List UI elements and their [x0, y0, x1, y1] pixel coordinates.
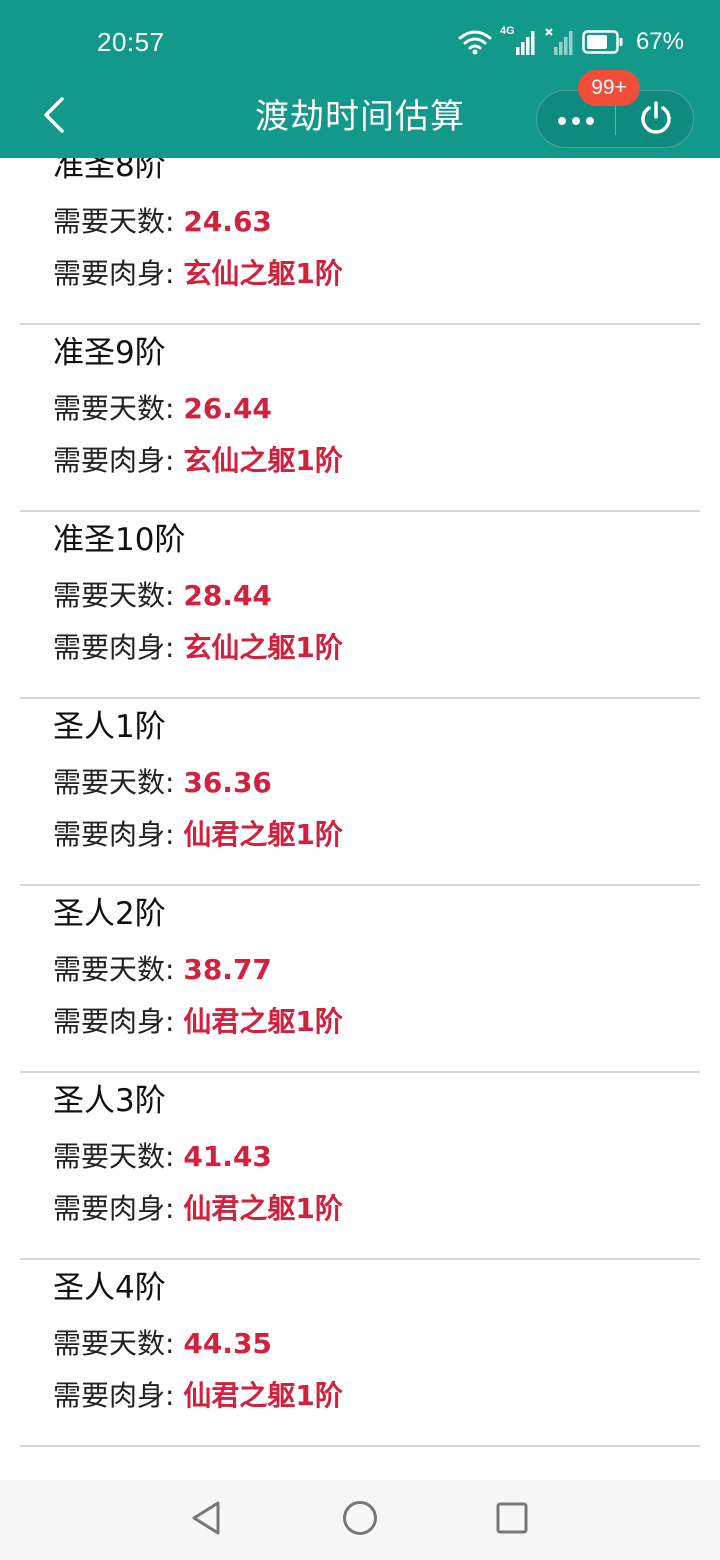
body-label: 需要肉身:: [53, 1005, 184, 1038]
status-icons: 4G 67%: [458, 24, 684, 60]
days-row: 需要天数: 24.63: [53, 204, 272, 240]
item-title: 圣人4阶: [53, 1270, 166, 1306]
status-time: 20:57: [97, 27, 165, 57]
days-label: 需要天数:: [53, 1327, 184, 1360]
signal-no-sim-icon: [544, 27, 574, 57]
list-item: 圣人2阶 需要天数: 38.77 需要肉身: 仙君之躯1阶: [0, 886, 720, 1073]
days-label: 需要天数:: [53, 579, 184, 612]
body-value: 玄仙之躯1阶: [183, 257, 343, 290]
days-label: 需要天数:: [53, 205, 184, 238]
body-row: 需要肉身: 仙君之躯1阶: [53, 817, 343, 853]
body-value: 仙君之躯1阶: [183, 1005, 343, 1038]
item-title: 圣人1阶: [53, 709, 166, 745]
battery-percent: 67%: [635, 28, 684, 55]
days-value: 38.77: [183, 953, 272, 986]
body-row: 需要肉身: 玄仙之躯1阶: [53, 443, 343, 479]
days-value: 28.44: [183, 579, 272, 612]
back-triangle-icon: [189, 1499, 223, 1541]
item-title: 圣人3阶: [53, 1083, 166, 1119]
body-row: 需要肉身: 仙君之躯1阶: [53, 1191, 343, 1227]
days-value: 26.44: [183, 392, 272, 425]
body-label: 需要肉身:: [53, 444, 184, 477]
body-value: 仙君之躯1阶: [183, 1192, 343, 1225]
days-value: 36.36: [183, 766, 272, 799]
item-title: 准圣10阶: [53, 522, 186, 558]
days-label: 需要天数:: [53, 766, 184, 799]
body-value: 仙君之躯1阶: [183, 818, 343, 851]
days-value: 24.63: [183, 205, 272, 238]
list-item: 圣人4阶 需要天数: 44.35 需要肉身: 仙君之躯1阶: [0, 1260, 720, 1447]
days-row: 需要天数: 36.36: [53, 765, 272, 801]
realm-list: 准圣8阶 需要天数: 24.63 需要肉身: 玄仙之躯1阶 准圣9阶 需要天数:…: [0, 158, 720, 1480]
body-value: 玄仙之躯1阶: [183, 631, 343, 664]
body-row: 需要肉身: 仙君之躯1阶: [53, 1004, 343, 1040]
system-back-button[interactable]: [180, 1496, 232, 1544]
power-icon: [638, 100, 674, 140]
body-label: 需要肉身:: [53, 818, 184, 851]
days-value: 44.35: [183, 1327, 272, 1360]
body-label: 需要肉身:: [53, 257, 184, 290]
body-value: 仙君之躯1阶: [183, 1379, 343, 1412]
item-title: 准圣9阶: [53, 335, 166, 371]
days-row: 需要天数: 38.77: [53, 952, 272, 988]
recents-square-icon: [495, 1501, 529, 1539]
system-home-button[interactable]: [334, 1496, 386, 1544]
divider: [20, 1445, 700, 1447]
days-row: 需要天数: 41.43: [53, 1139, 272, 1175]
item-title: 准圣8阶: [53, 158, 166, 184]
notification-badge: 99+: [578, 70, 640, 106]
body-label: 需要肉身:: [53, 1192, 184, 1225]
body-row: 需要肉身: 玄仙之躯1阶: [53, 256, 343, 292]
days-row: 需要天数: 26.44: [53, 391, 272, 427]
days-label: 需要天数:: [53, 953, 184, 986]
list-item: 圣人1阶 需要天数: 36.36 需要肉身: 仙君之躯1阶: [0, 699, 720, 886]
body-row: 需要肉身: 玄仙之躯1阶: [53, 630, 343, 666]
more-dots-icon: [557, 111, 595, 130]
days-row: 需要天数: 44.35: [53, 1326, 272, 1362]
days-label: 需要天数:: [53, 1140, 184, 1173]
list-item: 准圣10阶 需要天数: 28.44 需要肉身: 玄仙之躯1阶: [0, 512, 720, 699]
capsule-divider: [615, 105, 616, 135]
signal-4g-icon: 4G: [500, 25, 536, 57]
body-label: 需要肉身:: [53, 631, 184, 664]
list-item: 准圣8阶 需要天数: 24.63 需要肉身: 玄仙之躯1阶: [0, 158, 720, 325]
body-label: 需要肉身:: [53, 1379, 184, 1412]
days-value: 41.43: [183, 1140, 272, 1173]
wifi-icon: [458, 29, 492, 55]
body-value: 玄仙之躯1阶: [183, 444, 343, 477]
days-label: 需要天数:: [53, 392, 184, 425]
days-row: 需要天数: 28.44: [53, 578, 272, 614]
home-circle-icon: [341, 1499, 379, 1541]
system-recents-button[interactable]: [486, 1496, 538, 1544]
list-item: 准圣9阶 需要天数: 26.44 需要肉身: 玄仙之躯1阶: [0, 325, 720, 512]
battery-icon: [582, 30, 624, 54]
list-item: 圣人3阶 需要天数: 41.43 需要肉身: 仙君之躯1阶: [0, 1073, 720, 1260]
item-title: 圣人2阶: [53, 896, 166, 932]
system-nav-bar: [0, 1480, 720, 1560]
body-row: 需要肉身: 仙君之躯1阶: [53, 1378, 343, 1414]
